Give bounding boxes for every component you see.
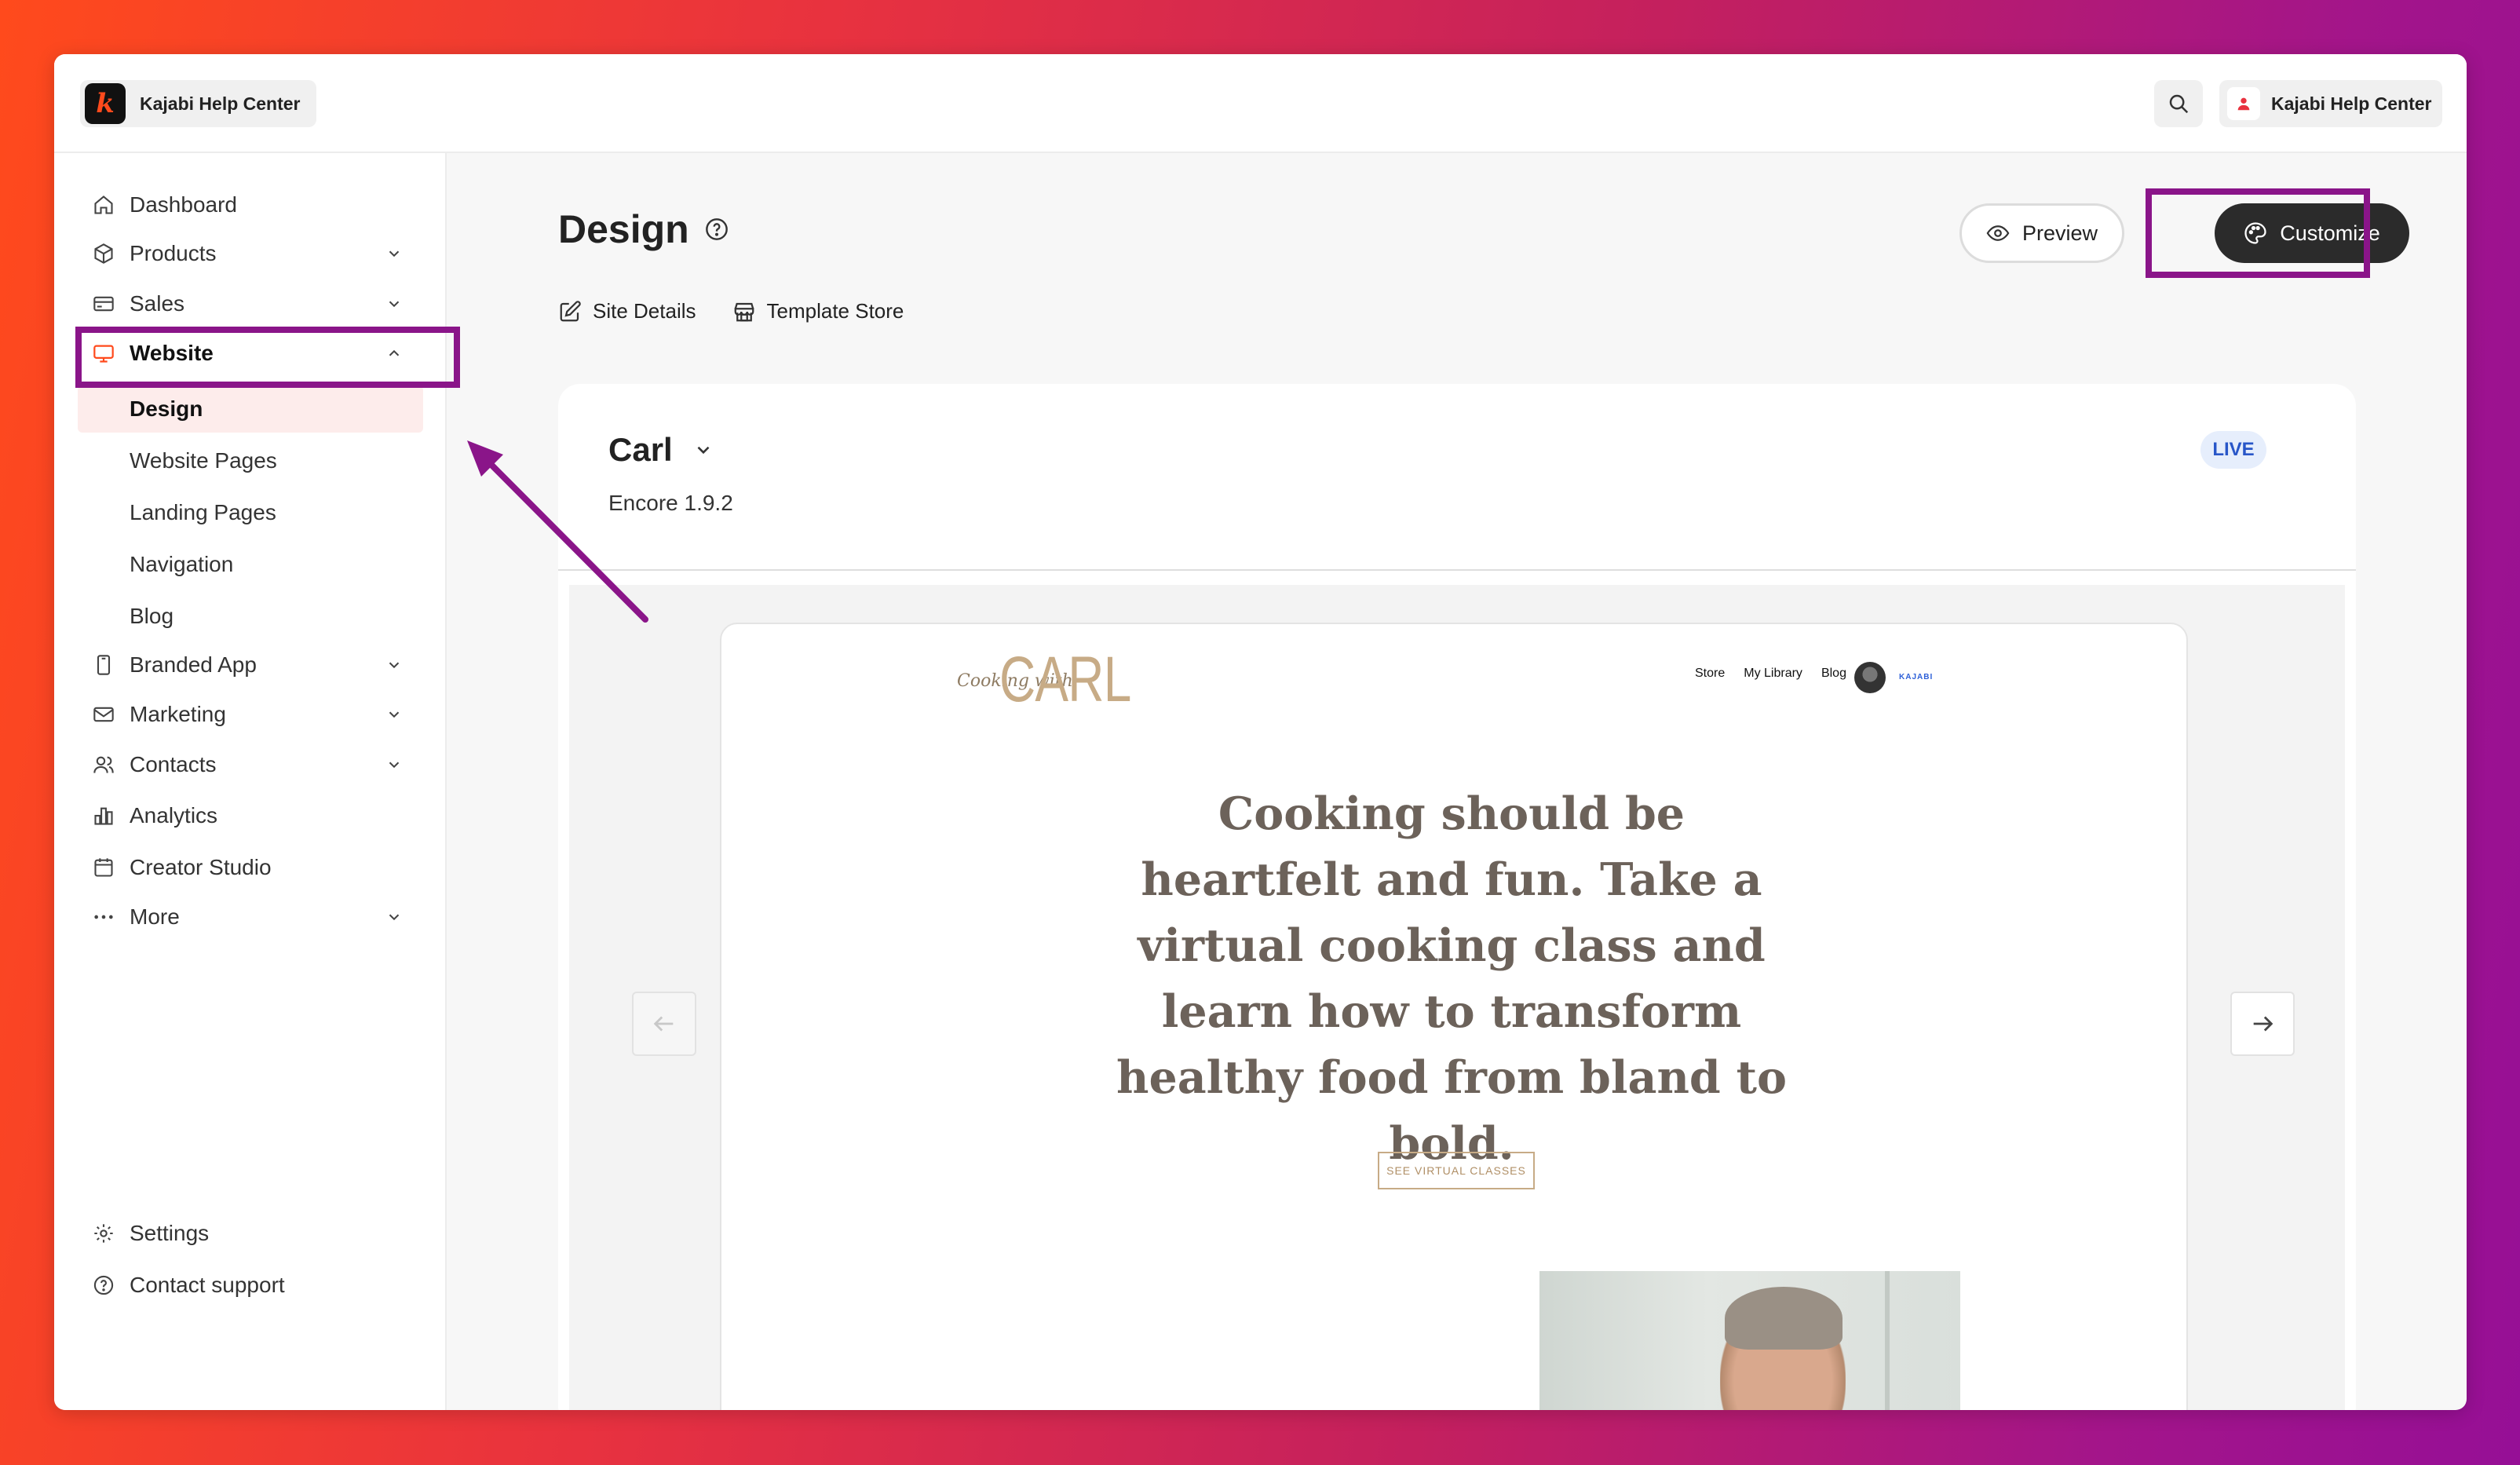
divider <box>558 569 2356 571</box>
template-store-label: Template Store <box>766 299 904 323</box>
sidebar-item-label: Contacts <box>130 752 217 776</box>
carousel-prev-button[interactable] <box>632 992 696 1056</box>
sidebar-item-contact-support[interactable]: Contact support <box>54 1263 447 1307</box>
sidebar-item-contacts[interactable]: Contacts <box>54 743 447 787</box>
page-title: Design <box>558 206 730 252</box>
sidebar-item-label: Creator Studio <box>130 855 272 879</box>
sidebar-item-more[interactable]: More <box>54 895 447 939</box>
help-circle-icon[interactable] <box>703 216 730 243</box>
sidebar-item-label: Contact support <box>130 1273 285 1297</box>
highlight-customize-button <box>2146 188 2370 278</box>
chevron-down-icon <box>697 446 710 455</box>
preview-button[interactable]: Preview <box>1959 203 2124 263</box>
site-switcher[interactable]: k Kajabi Help Center <box>80 80 316 127</box>
highlight-website-nav <box>75 327 460 388</box>
design-subnav: Site Details Template Store <box>558 299 904 323</box>
photo-hair <box>1725 1287 1843 1350</box>
sidebar-item-label: Analytics <box>130 803 218 827</box>
account-name: Kajabi Help Center <box>2271 93 2432 114</box>
account-menu-button[interactable]: Kajabi Help Center <box>2219 80 2442 127</box>
brand-name: Kajabi Help Center <box>140 93 301 114</box>
sidebar-item-analytics[interactable]: Analytics <box>54 794 447 838</box>
user-icon <box>2227 87 2260 120</box>
users-icon <box>90 751 117 778</box>
chevron-down-icon[interactable] <box>382 703 406 726</box>
home-icon <box>90 192 117 218</box>
sidebar-item-sales[interactable]: Sales <box>54 282 447 326</box>
sidebar-item-label: More <box>130 904 180 929</box>
arrow-left-icon <box>653 1016 674 1032</box>
site-nav: Store My Library Blog <box>1695 667 1846 681</box>
site-nav-library: My Library <box>1744 667 1802 680</box>
phone-icon <box>90 652 117 678</box>
sidebar-subitem-website-pages[interactable]: Website Pages <box>78 437 423 484</box>
edit-icon <box>560 300 581 321</box>
site-powered-by: KAJABI <box>1899 673 1934 681</box>
site-nav-blog: Blog <box>1821 667 1846 680</box>
sidebar-item-settings[interactable]: Settings <box>54 1211 447 1255</box>
sidebar-item-label: Branded App <box>130 652 257 677</box>
chevron-down-icon[interactable] <box>382 753 406 776</box>
chevron-down-icon[interactable] <box>382 653 406 677</box>
sidebar-subitem-navigation[interactable]: Navigation <box>78 541 423 588</box>
site-headline: Cooking should be heartfelt and fun. Tak… <box>1116 787 1787 1170</box>
sidebar-item-marketing[interactable]: Marketing <box>54 692 447 736</box>
help-circle-icon <box>90 1272 117 1299</box>
mail-icon <box>90 701 117 728</box>
chevron-down-icon[interactable] <box>382 242 406 265</box>
more-dots-icon <box>90 904 117 930</box>
search-button[interactable] <box>2154 80 2203 127</box>
sidebar-subitem-label: Navigation <box>130 552 234 576</box>
main-content: Design Site Details Template Store Previ… <box>447 153 2467 1410</box>
sidebar-subitem-label: Design <box>130 396 203 421</box>
site-preview-frame: Cooking with CARL Store My Library Blog … <box>720 623 2188 1410</box>
page-title-text: Design <box>558 207 689 251</box>
sidebar-subitem-blog[interactable]: Blog <box>78 593 423 640</box>
sidebar-subitem-landing-pages[interactable]: Landing Pages <box>78 489 423 536</box>
eye-icon <box>1986 225 2010 241</box>
site-hero-photo <box>1539 1271 1960 1410</box>
sidebar-item-label: Marketing <box>130 702 226 726</box>
sidebar-subitem-label: Landing Pages <box>130 500 276 524</box>
template-store-link[interactable]: Template Store <box>732 299 904 323</box>
sidebar-item-creator-studio[interactable]: Creator Studio <box>54 846 447 890</box>
sidebar-subitem-label: Website Pages <box>130 448 277 473</box>
chevron-down-icon[interactable] <box>382 905 406 929</box>
sidebar-item-branded-app[interactable]: Branded App <box>54 643 447 687</box>
sidebar-item-label: Settings <box>130 1221 210 1245</box>
calendar-icon <box>90 854 117 881</box>
top-bar: k Kajabi Help Center Kajabi Help Center <box>54 54 2467 153</box>
search-icon <box>2169 94 2189 114</box>
status-badge: LIVE <box>2200 431 2266 469</box>
site-avatar <box>1854 662 1886 693</box>
app-window: k Kajabi Help Center Kajabi Help Center … <box>54 54 2467 1410</box>
carousel-next-button[interactable] <box>2230 992 2295 1056</box>
site-cta-button: SEE VIRTUAL CLASSES <box>1378 1152 1535 1189</box>
site-details-link[interactable]: Site Details <box>558 299 696 323</box>
arrow-right-icon <box>2253 1016 2273 1032</box>
preview-label: Preview <box>2021 221 2098 245</box>
box-icon <box>90 240 117 267</box>
site-nav-store: Store <box>1695 667 1726 680</box>
sidebar-subitem-design[interactable]: Design <box>78 385 423 433</box>
sidebar-item-label: Dashboard <box>130 192 237 217</box>
chevron-down-icon[interactable] <box>382 292 406 316</box>
sidebar-subitem-label: Blog <box>130 604 174 628</box>
annotation-arrow <box>467 440 648 623</box>
gear-icon <box>90 1220 117 1247</box>
sidebar-item-dashboard[interactable]: Dashboard <box>54 183 447 227</box>
theme-card: Carl Encore 1.9.2 LIVE Cooking with CARL… <box>558 384 2356 1410</box>
site-details-label: Site Details <box>593 299 696 323</box>
sidebar-item-label: Sales <box>130 291 185 316</box>
site-logo: CARL <box>999 644 1131 715</box>
credit-card-icon <box>90 290 117 317</box>
bar-chart-icon <box>90 802 117 829</box>
sidebar-item-label: Products <box>130 241 217 265</box>
store-icon <box>734 302 754 321</box>
kajabi-logo: k <box>85 83 126 124</box>
sidebar-item-products[interactable]: Products <box>54 232 447 276</box>
photo-door <box>1885 1271 1890 1410</box>
site-preview-area: Cooking with CARL Store My Library Blog … <box>569 585 2345 1410</box>
